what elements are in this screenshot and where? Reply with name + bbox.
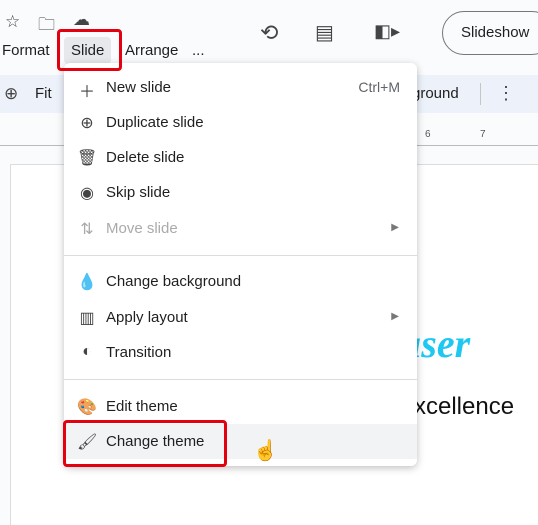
menu-item-new-slide[interactable]: ＋ New slide Ctrl+M [64,70,417,105]
item-label: New slide [106,79,172,96]
slideshow-button[interactable]: Slideshow [442,11,538,55]
droplet-icon: 💧 [77,274,97,291]
submenu-arrow-icon: ▶ [391,222,399,233]
item-label: Apply layout [106,309,188,326]
background-button[interactable]: ground [412,85,459,102]
comment-icon[interactable]: ▤ [315,20,334,45]
menu-arrange[interactable]: Arrange [125,42,178,59]
slide-subtitle: xcellence [414,393,515,420]
palette-icon: 🎨 [77,399,97,416]
menu-item-edit-theme[interactable]: 🎨 Edit theme [64,389,417,424]
more-vert-icon[interactable]: ⋮ [497,83,515,104]
divider [480,83,481,105]
video-call-icon[interactable]: ◧▸ [374,21,400,42]
submenu-arrow-icon: ▶ [391,311,399,322]
transition-icon: ◐ [82,343,92,360]
move-icon: ⇅ [80,221,94,238]
menu-item-apply-layout[interactable]: ▥ Apply layout ▶ [64,300,417,335]
move-to-folder-icon[interactable]: 🗀 [38,12,55,41]
slide-menu: ＋ New slide Ctrl+M ⊕ Duplicate slide 🗑 Delet… [64,63,417,466]
item-label: Edit theme [106,398,178,415]
menu-more[interactable]: ... [192,42,205,59]
item-label: Transition [106,344,172,361]
duplicate-icon: ⊕ [80,115,94,132]
star-icon[interactable]: ☆ [5,12,20,32]
zoom-fit[interactable]: Fit [35,85,52,102]
item-label: Change background [106,273,242,290]
divider [64,255,417,256]
shortcut: Ctrl+M [358,79,400,95]
menu-item-move-slide: ⇅ Move slide ▶ [64,211,417,246]
history-icon[interactable]: ⟲ [260,20,278,46]
ruler-tick: 6 [425,129,431,140]
zoom-icon[interactable]: ⊕ [4,84,18,104]
item-label: Duplicate slide [106,114,204,131]
menu-item-delete-slide[interactable]: 🗑 Delete slide [64,140,417,175]
hand-cursor-icon: ☝ [253,440,278,462]
layout-icon: ▥ [79,310,95,327]
menu-item-skip-slide[interactable]: ◉ Skip slide [64,175,417,210]
item-label: Skip slide [106,184,171,201]
item-label: Move slide [106,220,178,237]
ruler-tick: 7 [480,129,486,140]
plus-icon: ＋ [78,84,95,101]
trash-icon: 🗑 [77,150,98,167]
divider [64,379,417,380]
item-label: Delete slide [106,149,185,166]
eye-icon: ◉ [80,185,94,202]
menu-item-change-background[interactable]: 💧 Change background [64,264,417,299]
highlight-box-change-theme [63,420,227,467]
menu-format[interactable]: Format [2,42,50,59]
highlight-box-slide-menu [57,29,122,71]
cloud-saved-icon: ☁ [73,10,90,29]
slideshow-label: Slideshow [461,24,530,41]
menu-item-transition[interactable]: ◐ Transition [64,335,417,370]
menu-item-duplicate-slide[interactable]: ⊕ Duplicate slide [64,105,417,140]
